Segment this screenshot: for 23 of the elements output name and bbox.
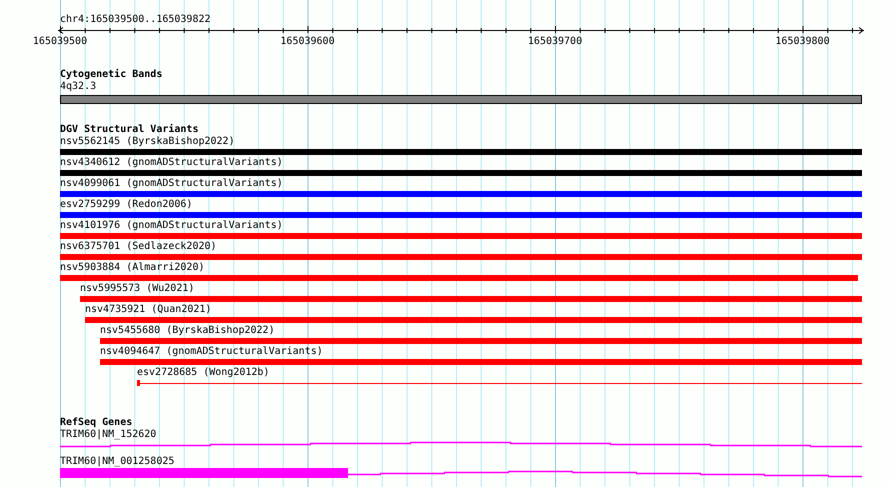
variant-label: nsv5455680 (ByrskaBishop2022) (100, 325, 275, 337)
track-title: DGV Structural Variants (60, 124, 198, 136)
variant-label: nsv5562145 (ByrskaBishop2022) (60, 136, 235, 148)
track-title: Cytogenetic Bands (60, 69, 162, 81)
variant-label: nsv6375701 (Sedlazeck2020) (60, 241, 217, 253)
gene-label: TRIM60|NM_152620 (60, 429, 156, 441)
variant-label: esv2728685 (Wong2012b) (137, 367, 270, 379)
variant-label: nsv5995573 (Wu2021) (80, 283, 194, 295)
variant-label: nsv4099061 (gnomADStructuralVariants) (60, 178, 283, 190)
variant-label: nsv4340612 (gnomADStructuralVariants) (60, 157, 283, 169)
tick-label: 165039600 (280, 36, 335, 47)
tick-label: 165039700 (528, 36, 582, 47)
tick-label: 165039500 (32, 36, 88, 47)
variant-label: nsv4101976 (gnomADStructuralVariants) (60, 220, 283, 232)
tick-label: 165039800 (775, 36, 830, 47)
gene-label: TRIM60|NM_001258025 (60, 456, 174, 468)
variant-label: nsv4735921 (Quan2021) (85, 304, 212, 316)
variant-label: nsv4094647 (gnomADStructuralVariants) (100, 346, 323, 358)
variant-label: nsv5903884 (Almarri2020) (60, 262, 204, 274)
variant-label: esv2759299 (Redon2006) (60, 199, 192, 211)
band-label: 4q32.3 (60, 81, 96, 93)
track-title: RefSeq Genes (60, 417, 132, 429)
locus-title: chr4:165039500..165039822 (60, 13, 212, 26)
